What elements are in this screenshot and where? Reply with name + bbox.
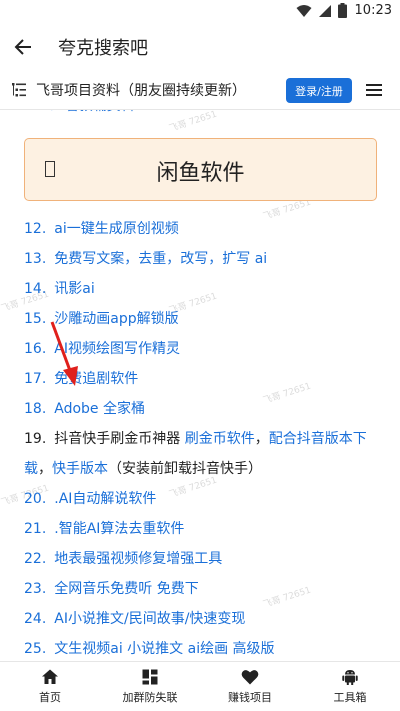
nav-item-join-group[interactable]: 加群防失联: [100, 662, 200, 711]
xianyu-software-banner[interactable]: 闲鱼软件: [24, 138, 377, 201]
status-time: 10:23: [354, 3, 392, 18]
list-item[interactable]: 18. Adobe 全家桶: [24, 394, 378, 424]
list-item[interactable]: 25. 文生视频ai 小说推文 ai绘画 高级版: [24, 634, 378, 661]
bottom-nav: 首页 加群防失联 赚钱项目 工具箱: [0, 661, 400, 711]
login-register-button[interactable]: 登录/注册: [286, 78, 352, 103]
toc-button[interactable]: [4, 70, 34, 110]
list-item[interactable]: 12. ai一键生成原创视频: [24, 214, 378, 244]
heart-icon: [241, 670, 259, 685]
android-icon: [342, 670, 358, 685]
app-title: 夸克搜索吧: [58, 38, 148, 59]
nav-item-earn-projects[interactable]: 赚钱项目: [200, 662, 300, 711]
battery-icon: [337, 3, 347, 18]
banner-text: 闲鱼软件: [156, 161, 245, 186]
nav-item-toolbox[interactable]: 工具箱: [300, 662, 400, 711]
menu-button[interactable]: [360, 76, 388, 104]
outline-icon: [12, 82, 26, 96]
app-bar: 夸克搜索吧: [0, 24, 400, 70]
status-bar: 10:23: [0, 0, 400, 24]
doc-title: 飞哥项目资料（朋友圈持续更新）: [36, 82, 246, 99]
kuaishou-version-link[interactable]: 快手版本: [52, 461, 108, 477]
list-item-coin-tools: 19. 抖音快手刷金币神器 刷金币软件，配合抖音版本下载，快手版本（安装前卸载抖音…: [24, 431, 367, 477]
document-content: 飞哥 72651 飞哥 72651 飞哥 72651 飞哥 72651 飞哥 7…: [0, 110, 400, 661]
dashboard-icon: [142, 669, 158, 685]
list-item[interactable]: 22. 地表最强视频修复增强工具: [24, 544, 378, 574]
list-item[interactable]: 13. 免费写文案，去重，改写，扩写 ai: [24, 244, 378, 274]
nav-label: 赚钱项目: [228, 691, 272, 704]
nav-label: 加群防失联: [122, 691, 178, 704]
status-icons: 10:23: [296, 3, 392, 18]
list-item[interactable]: 20. .AI自动解说软件: [24, 484, 378, 514]
nav-label: 工具箱: [333, 691, 367, 704]
coin-software-link[interactable]: 刷金币软件: [185, 431, 255, 447]
list-item[interactable]: 23. 全网音乐免费听 免费下: [24, 574, 378, 604]
arrow-left-icon: [14, 39, 31, 55]
doc-header: 飞哥项目资料（朋友圈持续更新） 登录/注册: [0, 70, 400, 110]
nav-item-home[interactable]: 首页: [0, 662, 100, 711]
list-item-cut-off[interactable]: 11. 红薯教辅资料: [24, 110, 135, 118]
hamburger-menu-icon: [366, 84, 382, 96]
wifi-icon: [296, 4, 312, 17]
home-icon: [42, 669, 58, 684]
signal-icon: [318, 4, 331, 17]
resource-list: 12. ai一键生成原创视频 13. 免费写文案，去重，改写，扩写 ai 14. 讯影…: [0, 214, 400, 661]
red-arrow-annotation: [50, 321, 78, 386]
list-item[interactable]: 14. 讯影ai: [24, 274, 378, 304]
list-item[interactable]: 24. AI小说推文/民间故事/快速变现: [24, 604, 378, 634]
nav-label: 首页: [39, 691, 61, 704]
watermark: 飞哥 72651: [168, 110, 219, 135]
list-item[interactable]: 21. .智能AI算法去重软件: [24, 514, 378, 544]
back-button[interactable]: [0, 24, 46, 70]
